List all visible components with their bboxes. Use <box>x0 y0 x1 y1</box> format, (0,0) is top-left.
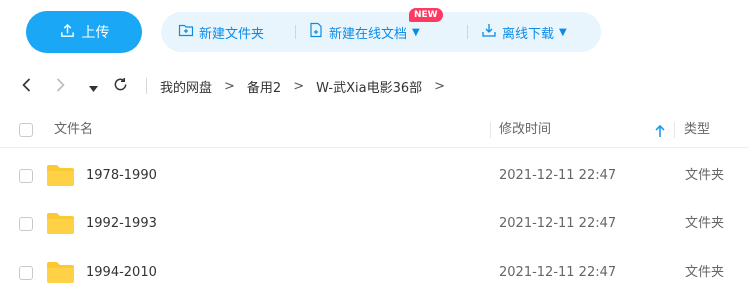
new-folder-button[interactable]: 新建文件夹 <box>178 12 264 52</box>
back-button[interactable] <box>16 68 36 104</box>
refresh-icon <box>113 77 128 96</box>
chevron-right-icon <box>56 77 65 96</box>
upload-button[interactable]: 上传 <box>26 11 142 53</box>
new-doc-icon <box>308 22 324 42</box>
new-badge: NEW <box>409 8 443 22</box>
row-checkbox[interactable] <box>19 169 33 183</box>
navigation-bar: 我的网盘 > 备用2 > W-武Xia电影36部 > <box>0 68 749 104</box>
download-icon <box>481 22 497 42</box>
row-checkbox[interactable] <box>19 217 33 231</box>
forward-button[interactable] <box>50 68 70 104</box>
dropdown-caret-icon: ▼ <box>412 26 420 38</box>
file-type: 文件夹 <box>685 168 725 183</box>
column-divider <box>490 122 491 138</box>
breadcrumb-separator: > <box>293 78 305 94</box>
modified-time: 2021-12-11 22:47 <box>499 216 617 231</box>
breadcrumb-separator[interactable]: > <box>434 79 445 94</box>
toolbar: 上传 新建文件夹 新建在线文档 ▼ 离线下载 ▼ NEW <box>0 0 749 64</box>
breadcrumb: 我的网盘 > 备用2 > W-武Xia电影36部 > <box>160 68 457 104</box>
toolbar-divider <box>467 25 468 39</box>
action-group: 新建文件夹 新建在线文档 ▼ 离线下载 ▼ <box>161 12 601 52</box>
file-type: 文件夹 <box>685 265 725 280</box>
upload-icon <box>59 22 76 43</box>
column-divider <box>674 122 675 138</box>
dropdown-caret-icon: ▼ <box>559 26 567 38</box>
offline-download-label: 离线下载 <box>502 26 555 42</box>
new-online-doc-button[interactable]: 新建在线文档 ▼ <box>308 12 420 52</box>
file-name[interactable]: 1994-2010 <box>86 247 157 299</box>
file-name[interactable]: 1978-1990 <box>86 150 157 202</box>
modified-time: 2021-12-11 22:47 <box>499 168 617 183</box>
new-folder-label: 新建文件夹 <box>199 26 265 42</box>
breadcrumb-item[interactable]: 备用2 <box>247 77 281 96</box>
table-row[interactable]: 1992-1993 2021-12-11 22:47 文件夹 <box>0 198 749 250</box>
refresh-button[interactable] <box>110 68 130 104</box>
file-type: 文件夹 <box>685 216 725 231</box>
folder-icon <box>47 213 74 234</box>
caret-down-icon <box>88 77 98 96</box>
modified-time: 2021-12-11 22:47 <box>499 265 617 280</box>
table-row[interactable]: 1994-2010 2021-12-11 22:47 文件夹 <box>0 247 749 299</box>
nav-divider <box>146 78 147 94</box>
file-name[interactable]: 1992-1993 <box>86 198 157 250</box>
column-header-name[interactable]: 文件名 <box>54 112 93 148</box>
offline-download-button[interactable]: 离线下载 ▼ <box>481 12 567 52</box>
history-dropdown-button[interactable] <box>86 68 100 104</box>
breadcrumb-item-current[interactable]: W-武Xia电影36部 <box>316 77 422 96</box>
chevron-left-icon <box>21 77 31 96</box>
table-header: 文件名 修改时间 类型 <box>0 112 749 148</box>
sort-arrow-up-icon[interactable] <box>654 123 666 137</box>
column-header-type[interactable]: 类型 <box>684 112 710 148</box>
breadcrumb-separator: > <box>224 78 235 94</box>
column-header-modified[interactable]: 修改时间 <box>499 112 551 148</box>
breadcrumb-item[interactable]: 我的网盘 <box>160 77 212 96</box>
new-online-doc-label: 新建在线文档 <box>329 26 408 42</box>
row-checkbox[interactable] <box>19 266 33 280</box>
toolbar-divider <box>295 25 296 39</box>
select-all-checkbox[interactable] <box>19 123 33 137</box>
new-folder-icon <box>178 22 194 42</box>
upload-label: 上传 <box>81 25 110 41</box>
folder-icon <box>47 262 74 283</box>
folder-icon <box>47 165 74 186</box>
table-row[interactable]: 1978-1990 2021-12-11 22:47 文件夹 <box>0 150 749 202</box>
